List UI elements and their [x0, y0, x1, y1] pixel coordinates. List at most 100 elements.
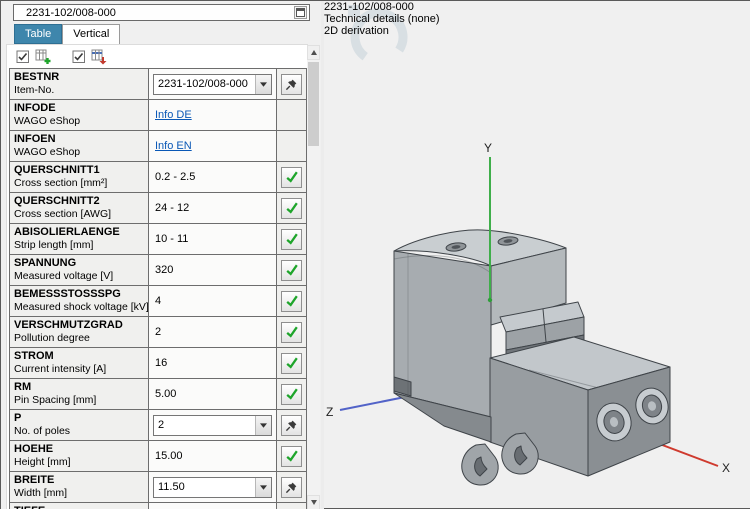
scrollbar-thumb[interactable] [308, 62, 319, 146]
param-value-cell: Info DE [149, 100, 277, 130]
value-dropdown[interactable]: 2231-102/008-000 [153, 73, 272, 95]
tab-table[interactable]: Table [14, 24, 63, 44]
value-dropdown[interactable]: 11.50 [153, 476, 272, 498]
viewer-panel: 2231-102/008-000 Technical details (none)… [324, 1, 750, 509]
param-name: INFODE [14, 102, 56, 114]
param-value-cell: 16 [149, 348, 277, 378]
param-desc: Cross section [mm²] [14, 177, 108, 189]
param-name: QUERSCHNITT2 [14, 195, 100, 207]
tab-vertical[interactable]: Vertical [62, 24, 121, 44]
confirm-button[interactable] [281, 352, 302, 374]
param-value-cell: 320 [149, 255, 277, 285]
table-row-tiefe: TIEFE [10, 503, 306, 509]
y-axis-endpoint [487, 297, 493, 303]
eshop-link[interactable]: Info DE [149, 109, 192, 121]
check-icon [285, 233, 298, 245]
param-action-cell [277, 224, 306, 254]
param-action-cell [277, 193, 306, 223]
param-value-cell [149, 503, 277, 509]
confirm-button[interactable] [281, 321, 302, 343]
table-row-infode: INFODE WAGO eShop Info DE [10, 100, 306, 131]
checkbox-checked-icon[interactable] [13, 47, 33, 66]
param-value-cell: 11.50 [149, 472, 277, 502]
viewer-tab[interactable]: 2231-102/008-000 [324, 1, 750, 13]
check-icon [285, 388, 298, 400]
param-action-cell [277, 379, 306, 409]
table-row-abisolierlaenge: ABISOLIERLAENGE Strip length [mm] 10 - 11 [10, 224, 306, 255]
param-desc: Pin Spacing [mm] [14, 394, 97, 406]
check-icon [285, 326, 298, 338]
param-value-cell: 0.2 - 2.5 [149, 162, 277, 192]
param-label: SPANNUNG Measured voltage [V] [10, 255, 149, 285]
confirm-button[interactable] [281, 383, 302, 405]
scroll-up-button[interactable] [307, 45, 320, 60]
param-label: TIEFE [10, 503, 149, 509]
pin-button[interactable] [281, 476, 302, 498]
param-value-cell: 5.00 [149, 379, 277, 409]
table-row-bemessstossspg: BEMESSSTOSSSPG Measured shock voltage [kV… [10, 286, 306, 317]
pin-button[interactable] [281, 414, 302, 436]
dock-button[interactable] [294, 6, 307, 19]
confirm-button[interactable] [281, 197, 302, 219]
pin-icon [285, 79, 297, 90]
checkbox-checked-icon-2[interactable] [69, 47, 89, 66]
y-axis-label: Y [484, 141, 492, 155]
dropdown-value: 11.50 [158, 481, 185, 493]
param-label: QUERSCHNITT1 Cross section [mm²] [10, 162, 149, 192]
confirm-button[interactable] [281, 228, 302, 250]
param-action-cell [277, 69, 306, 99]
param-desc: WAGO eShop [14, 115, 81, 127]
table-add-icon[interactable] [33, 47, 53, 66]
dropdown-arrow-button[interactable] [255, 477, 271, 497]
table-row-p: P No. of poles 2 [10, 410, 306, 441]
pin-button[interactable] [281, 73, 302, 95]
dropdown-arrow-button[interactable] [255, 74, 271, 94]
dock-icon [296, 8, 305, 17]
vertical-scrollbar[interactable] [307, 45, 320, 509]
check-icon [285, 295, 298, 307]
param-desc: No. of poles [14, 425, 71, 437]
table-row-querschnitt1: QUERSCHNITT1 Cross section [mm²] 0.2 - 2.5 [10, 162, 306, 193]
param-name: QUERSCHNITT1 [14, 164, 100, 176]
confirm-button[interactable] [281, 259, 302, 281]
property-table: BESTNR Item-No. 2231-102/008-000 INFODE WAGO… [9, 68, 307, 509]
3d-viewport[interactable]: Y Z X [324, 1, 750, 491]
3d-model[interactable] [393, 229, 672, 486]
confirm-button[interactable] [281, 290, 302, 312]
table-row-breite: BREITE Width [mm] 11.50 [10, 472, 306, 503]
param-name: BREITE [14, 474, 55, 486]
table-apply-icon[interactable] [89, 47, 109, 66]
param-name: INFOEN [14, 133, 56, 145]
application-window: 2231-102/008-000 Table Vertical BESTNR I… [0, 0, 750, 509]
dropdown-arrow-icon [260, 484, 267, 490]
param-desc: Measured shock voltage [kV] [14, 301, 149, 313]
param-action-cell [277, 410, 306, 440]
eshop-link[interactable]: Info EN [149, 140, 192, 152]
confirm-button[interactable] [281, 445, 302, 467]
param-desc: Item-No. [14, 84, 55, 96]
param-value: 16 [155, 357, 168, 369]
3d-scene[interactable]: Y Z X [324, 1, 750, 488]
check-icon [285, 202, 298, 214]
check-icon [285, 264, 298, 276]
param-value-cell: 4 [149, 286, 277, 316]
view-tabs: Table Vertical [14, 24, 121, 44]
param-label: RM Pin Spacing [mm] [10, 379, 149, 409]
scroll-down-button[interactable] [307, 495, 320, 509]
part-table-panel: 2231-102/008-000 Table Vertical BESTNR I… [1, 1, 321, 509]
table-row-spannung: SPANNUNG Measured voltage [V] 320 [10, 255, 306, 286]
viewer-tab[interactable]: 2D derivation [324, 25, 750, 37]
param-label: STROM Current intensity [A] [10, 348, 149, 378]
table-apply-glyph [91, 49, 106, 65]
value-dropdown[interactable]: 2 [153, 414, 272, 436]
table-toolbar [13, 46, 109, 67]
table-add-glyph [35, 49, 50, 64]
param-action-cell [277, 317, 306, 347]
dropdown-arrow-button[interactable] [255, 415, 271, 435]
confirm-button[interactable] [281, 166, 302, 188]
viewer-tab[interactable]: Technical details (none) [324, 13, 750, 25]
param-name: RM [14, 381, 32, 393]
param-value: 0.2 - 2.5 [155, 171, 196, 183]
param-name: VERSCHMUTZGRAD [14, 319, 123, 331]
param-action-cell [277, 162, 306, 192]
